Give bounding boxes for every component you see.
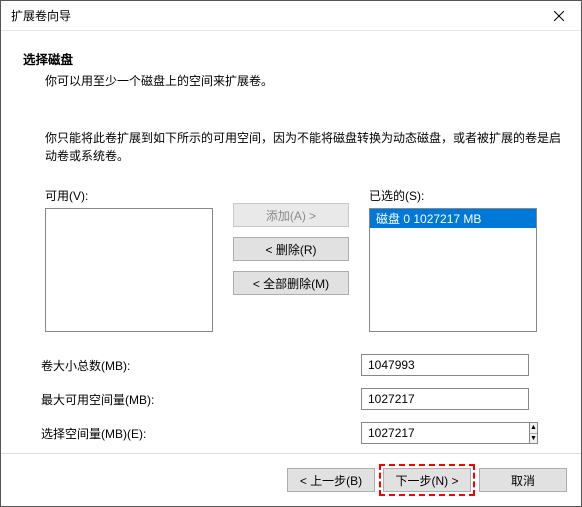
close-button[interactable] xyxy=(536,1,581,31)
select-space-input[interactable] xyxy=(361,422,529,444)
wizard-window: 扩展卷向导 选择磁盘 你可以用至少一个磁盘上的空间来扩展卷。 你只能将此卷扩展到… xyxy=(0,0,582,507)
size-fields: 卷大小总数(MB): 1047993 最大可用空间量(MB): 1027217 … xyxy=(21,332,561,444)
next-button[interactable]: 下一步(N) > xyxy=(383,468,471,492)
available-column: 可用(V): xyxy=(45,187,213,332)
total-size-value: 1047993 xyxy=(361,354,529,376)
titlebar: 扩展卷向导 xyxy=(1,1,581,31)
max-space-row: 最大可用空间量(MB): 1027217 xyxy=(41,388,561,410)
select-space-label: 选择空间量(MB)(E): xyxy=(41,425,361,442)
select-space-spinner: ▲ ▼ xyxy=(361,422,529,444)
content-area: 选择磁盘 你可以用至少一个磁盘上的空间来扩展卷。 你只能将此卷扩展到如下所示的可… xyxy=(1,31,581,444)
selected-column: 已选的(S): 磁盘 0 1027217 MB xyxy=(369,187,537,332)
select-space-row: 选择空间量(MB)(E): ▲ ▼ xyxy=(41,422,561,444)
spin-down-button[interactable]: ▼ xyxy=(530,434,537,444)
wizard-footer: < 上一步(B) 下一步(N) > 取消 xyxy=(1,453,581,506)
disk-selection-row: 可用(V): 添加(A) > < 删除(R) < 全部删除(M) 已选的(S):… xyxy=(21,187,561,332)
max-space-value: 1027217 xyxy=(361,388,529,410)
description-text: 你只能将此卷扩展到如下所示的可用空间，因为不能将磁盘转换为动态磁盘，或者被扩展的… xyxy=(45,129,561,165)
page-subheading: 你可以用至少一个磁盘上的空间来扩展卷。 xyxy=(45,72,561,89)
window-title: 扩展卷向导 xyxy=(11,7,71,24)
remove-button[interactable]: < 删除(R) xyxy=(233,237,349,261)
total-size-label: 卷大小总数(MB): xyxy=(41,357,361,374)
total-size-row: 卷大小总数(MB): 1047993 xyxy=(41,354,561,376)
remove-all-button[interactable]: < 全部删除(M) xyxy=(233,271,349,295)
add-button: 添加(A) > xyxy=(233,203,349,227)
max-space-label: 最大可用空间量(MB): xyxy=(41,391,361,408)
list-item[interactable]: 磁盘 0 1027217 MB xyxy=(370,209,536,228)
available-label: 可用(V): xyxy=(45,187,213,204)
back-button[interactable]: < 上一步(B) xyxy=(287,468,375,492)
spinner-buttons: ▲ ▼ xyxy=(529,422,538,444)
available-listbox[interactable] xyxy=(45,208,213,332)
spin-up-button[interactable]: ▲ xyxy=(530,423,537,434)
selected-listbox[interactable]: 磁盘 0 1027217 MB xyxy=(369,208,537,332)
page-heading: 选择磁盘 xyxy=(23,49,561,68)
transfer-buttons: 添加(A) > < 删除(R) < 全部删除(M) xyxy=(213,187,369,295)
selected-label: 已选的(S): xyxy=(369,187,537,204)
close-icon xyxy=(554,11,564,21)
cancel-button[interactable]: 取消 xyxy=(479,468,567,492)
